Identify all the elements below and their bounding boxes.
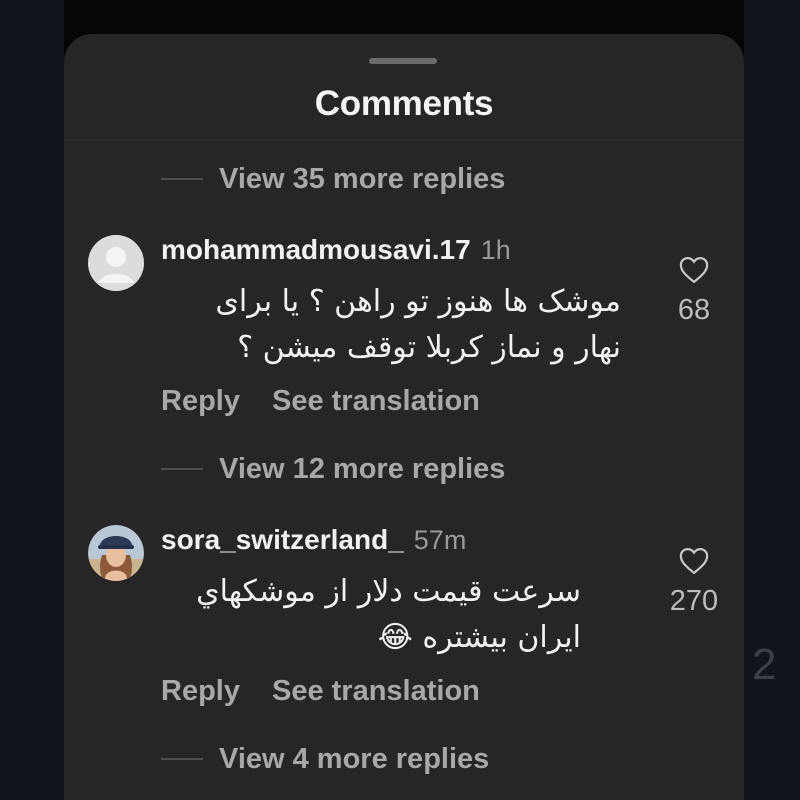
- avatar[interactable]: [88, 235, 144, 291]
- view-more-replies-label: View 35 more replies: [219, 162, 506, 195]
- username[interactable]: sora_switzerland_: [161, 524, 404, 556]
- comment-text: موشک ها هنوز تو راهن ؟ یا برای نهار و نم…: [161, 279, 621, 371]
- like-count: 270: [669, 585, 719, 617]
- see-translation-button[interactable]: See translation: [272, 385, 480, 418]
- timestamp: 1h: [480, 235, 511, 265]
- reply-thread-dash: [161, 178, 203, 180]
- comment-line-with-emoji: ایران بیشتره 😂: [161, 615, 581, 661]
- view-more-replies-label: View 4 more replies: [219, 742, 490, 775]
- comment-line: نهار و نماز کربلا توقف میشن ؟: [237, 330, 621, 365]
- see-translation-button[interactable]: See translation: [272, 675, 480, 708]
- like-control: 68: [654, 256, 734, 327]
- reply-thread-dash: [161, 468, 203, 470]
- username[interactable]: mohammadmousavi.17: [161, 234, 471, 266]
- comment-line: موشک ها هنوز تو راهن ؟ یا برای: [215, 284, 621, 319]
- screen: 2 Comments View 35 more replies mohammad…: [0, 0, 800, 800]
- comment-line: سرعت قیمت دلار از موشکهاي: [196, 574, 581, 609]
- default-avatar-icon: [88, 235, 144, 291]
- like-control: 270: [654, 547, 734, 618]
- comment-header: sora_switzerland_ 57m: [161, 524, 466, 560]
- reply-thread-dash: [161, 758, 203, 760]
- view-more-replies-link[interactable]: View 4 more replies: [161, 739, 489, 779]
- view-more-replies-link[interactable]: View 12 more replies: [161, 449, 505, 489]
- comment-line: ایران بیشتره: [422, 620, 581, 655]
- avatar[interactable]: [88, 525, 144, 581]
- comment-actions: Reply See translation: [161, 381, 480, 421]
- reply-button[interactable]: Reply: [161, 385, 240, 418]
- comments-sheet: Comments View 35 more replies mohammadmo…: [64, 34, 744, 800]
- view-more-replies-link[interactable]: View 35 more replies: [161, 159, 505, 199]
- comment-text: سرعت قیمت دلار از موشکهاي ایران بیشتره 😂: [161, 569, 581, 661]
- timestamp: 57m: [413, 525, 467, 555]
- like-count: 68: [677, 294, 711, 326]
- background-digit: 2: [752, 640, 777, 689]
- laughing-emoji-icon: 😂: [377, 620, 413, 655]
- title-divider: [64, 140, 744, 141]
- sheet-title: Comments: [314, 84, 494, 123]
- user-photo: [88, 525, 144, 581]
- comment-actions: Reply See translation: [161, 671, 480, 711]
- heart-icon[interactable]: [679, 547, 709, 575]
- sheet-grabber-handle[interactable]: [369, 58, 437, 64]
- reply-button[interactable]: Reply: [161, 675, 240, 708]
- view-more-replies-label: View 12 more replies: [219, 452, 506, 485]
- heart-icon[interactable]: [679, 256, 709, 284]
- comment-header: mohammadmousavi.17 1h: [161, 234, 511, 270]
